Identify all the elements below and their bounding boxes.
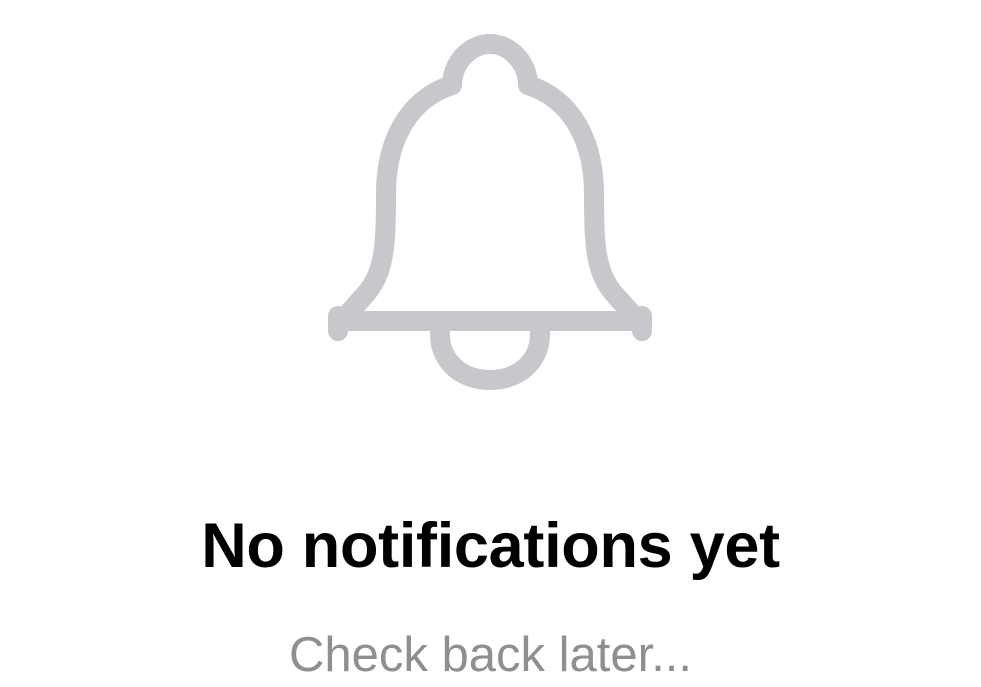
empty-state-subtitle: Check back later... bbox=[288, 628, 693, 682]
bell-icon bbox=[326, 34, 654, 391]
empty-state: No notifications yet Check back later... bbox=[0, 0, 981, 687]
empty-state-title: No notifications yet bbox=[201, 511, 780, 581]
